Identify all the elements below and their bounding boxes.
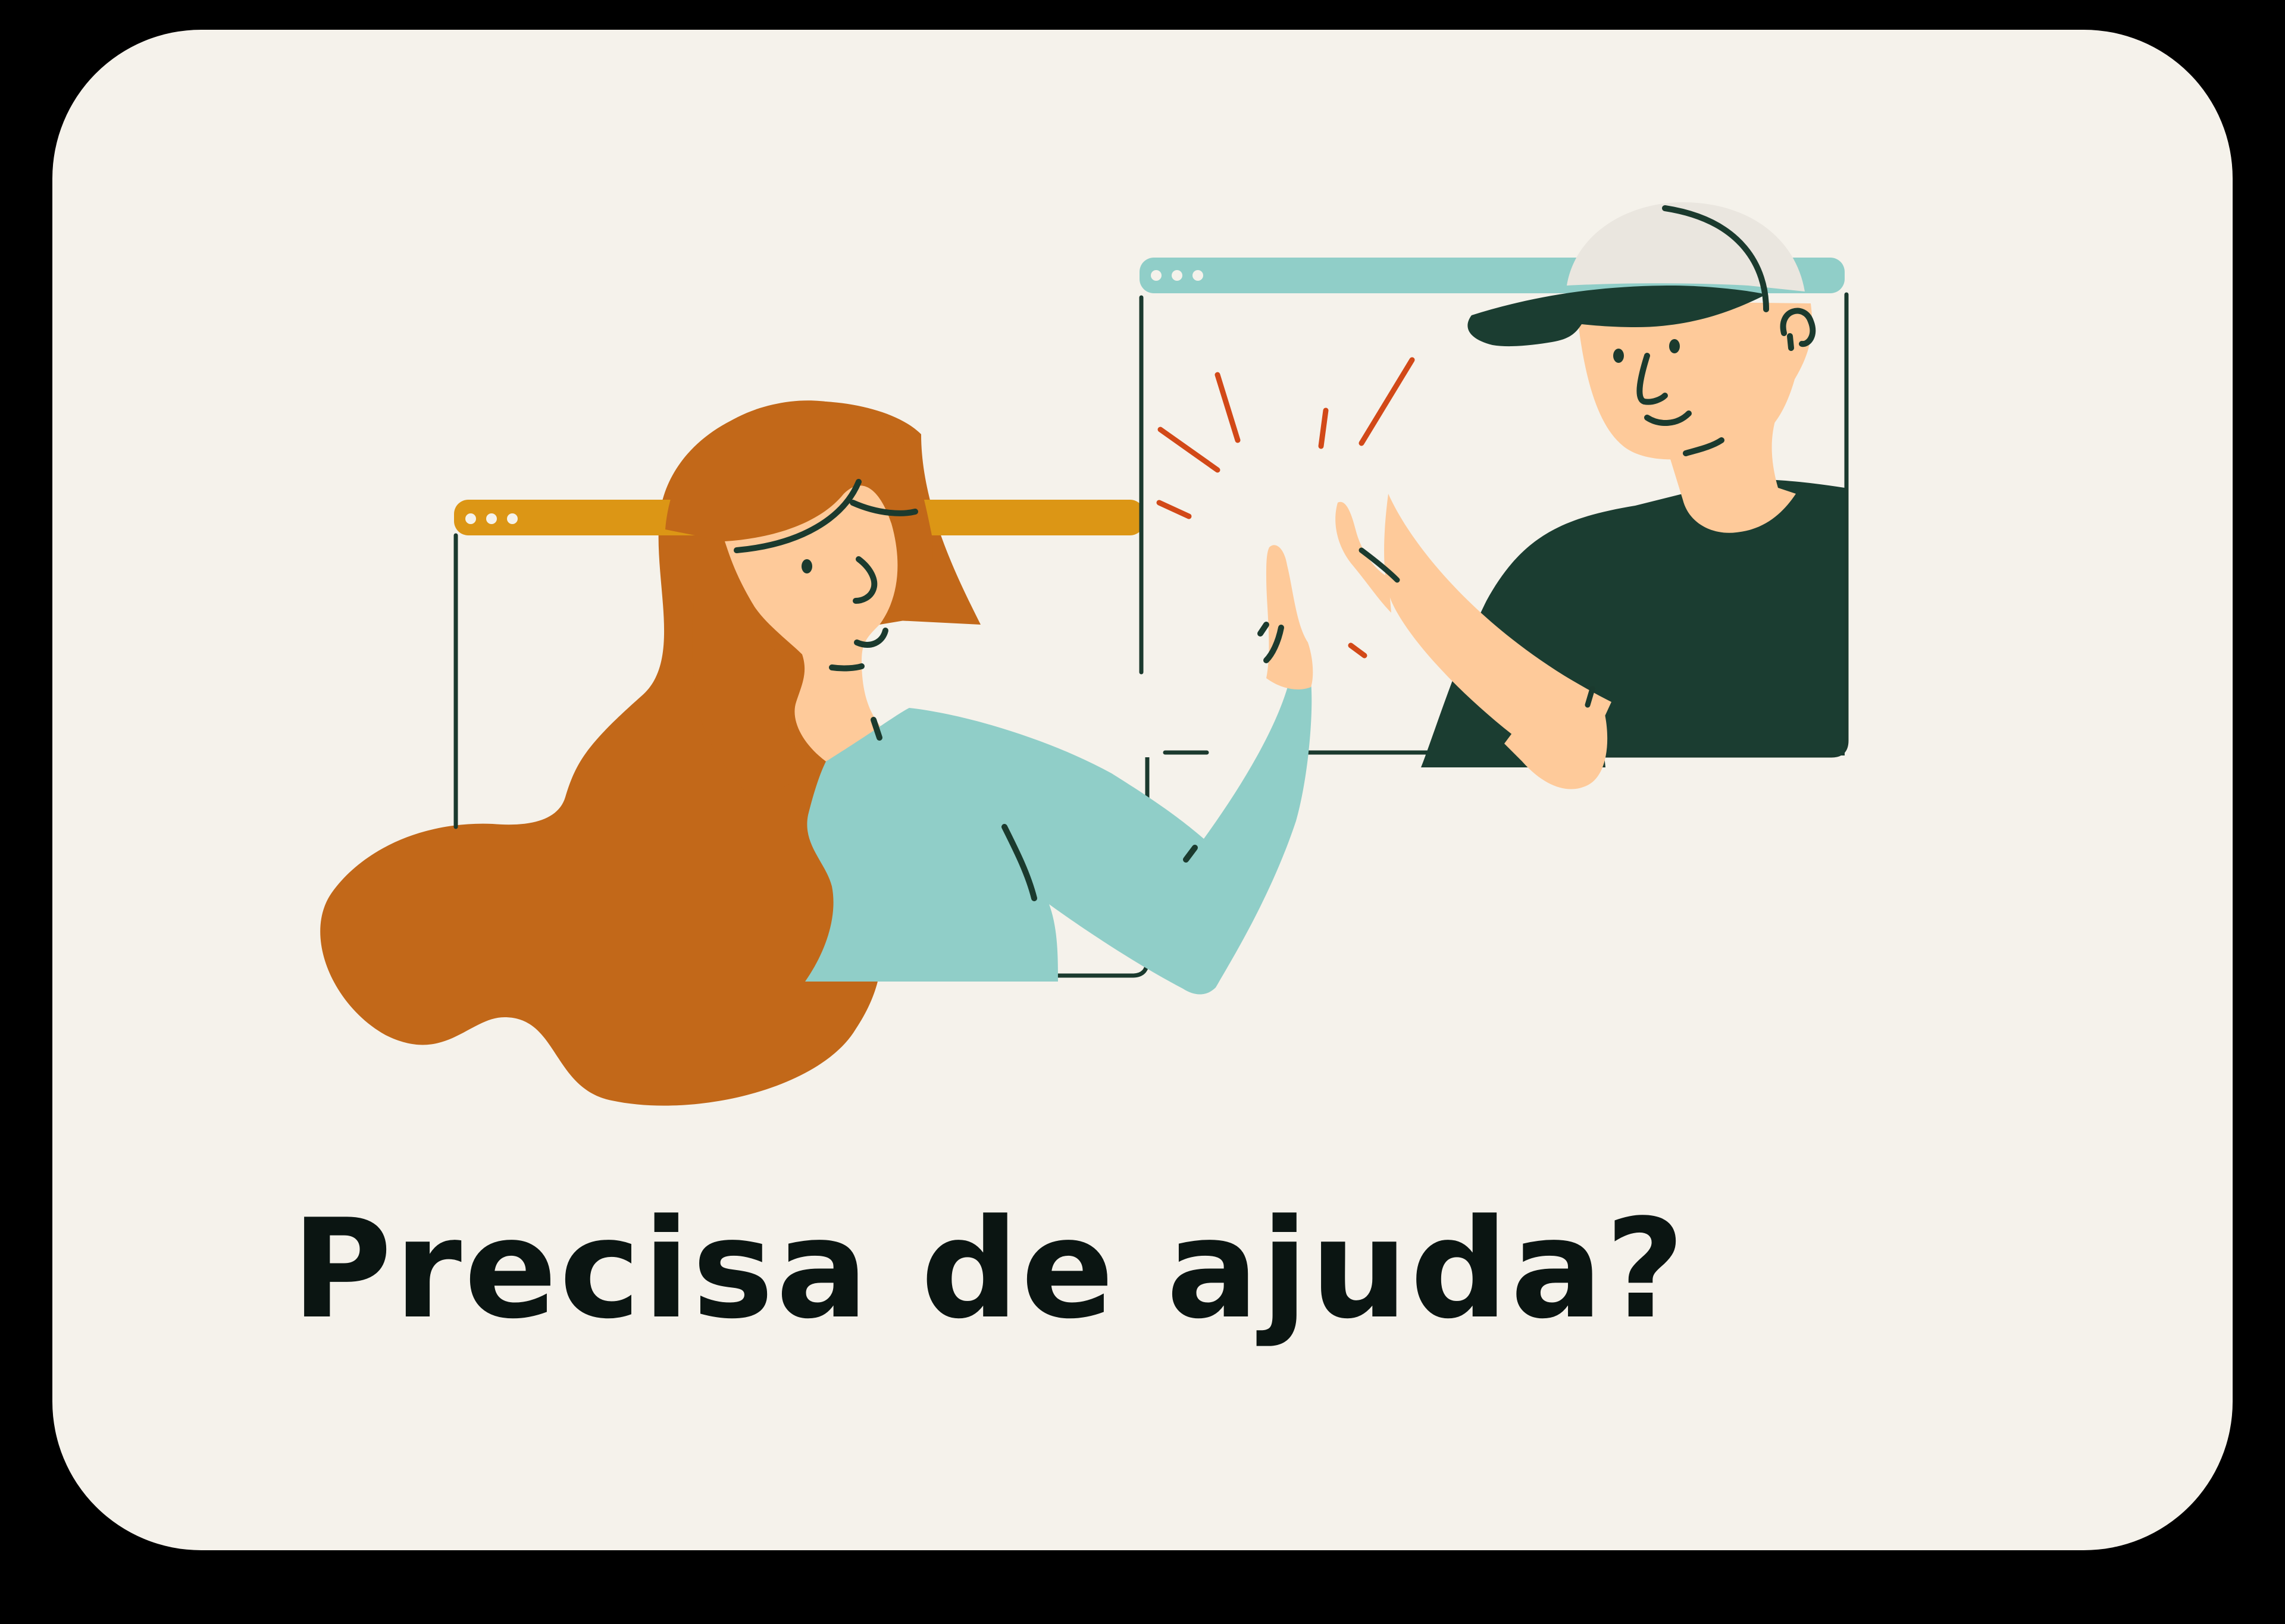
woman-chin-line	[829, 663, 865, 672]
man-left-eye-icon	[1613, 349, 1624, 363]
right-window-dot	[1192, 270, 1203, 281]
help-heading: Precisa de ajuda?	[292, 1190, 1688, 1349]
woman-left-eye-icon	[802, 559, 812, 573]
help-card[interactable]: Precisa de ajuda?	[52, 30, 2233, 1550]
man-ear-tick	[1787, 333, 1794, 351]
man-right-eye-icon	[1669, 339, 1680, 353]
right-window-dot	[1151, 270, 1162, 281]
left-window-dot	[486, 513, 497, 524]
left-window-dot	[465, 513, 476, 524]
right-window-dot	[1172, 270, 1182, 281]
left-window-dot	[507, 513, 518, 524]
